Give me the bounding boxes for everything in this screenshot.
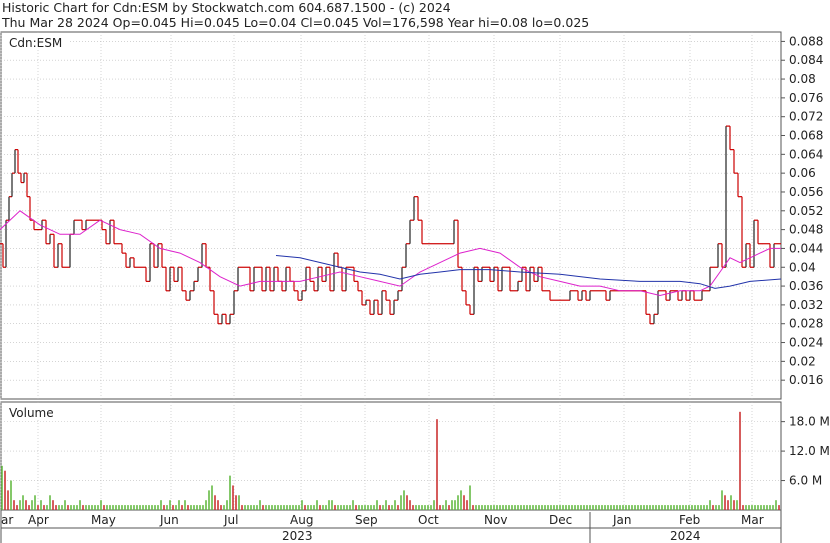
- month-label: Dec: [549, 513, 572, 527]
- price-tick-label: 0.024: [789, 336, 823, 350]
- price-tick-label: 0.084: [789, 53, 823, 67]
- year-label: 2024: [670, 529, 701, 543]
- month-label: Oct: [418, 513, 439, 527]
- month-label: Apr: [28, 513, 49, 527]
- month-label: Nov: [484, 513, 507, 527]
- price-tick-label: 0.036: [789, 279, 823, 293]
- price-tick-label: 0.06: [789, 166, 816, 180]
- price-tick-label: 0.016: [789, 373, 823, 387]
- price-tick-label: 0.032: [789, 298, 823, 312]
- month-label: Mar: [741, 513, 764, 527]
- price-tick-label: 0.056: [789, 185, 823, 199]
- price-tick-label: 0.02: [789, 354, 816, 368]
- volume-tick-label: 18.0 M: [789, 415, 830, 429]
- price-tick-label: 0.04: [789, 260, 816, 274]
- month-label: May: [91, 513, 116, 527]
- volume-tick-label: 6.0 M: [789, 474, 822, 488]
- price-tick-label: 0.08: [789, 72, 816, 86]
- price-tick-label: 0.028: [789, 317, 823, 331]
- volume-panel-title: Volume: [9, 406, 54, 420]
- price-tick-label: 0.076: [789, 91, 823, 105]
- price-tick-label: 0.072: [789, 110, 823, 124]
- price-tick-label: 0.068: [789, 129, 823, 143]
- month-label: Sep: [355, 513, 378, 527]
- month-label: ar: [1, 513, 13, 527]
- stock-chart: 0.088 0.084 0.08 0.076 0.072 0.068 0.064 0.06 0.…: [0, 31, 830, 543]
- volume-tick-label: 12.0 M: [789, 444, 830, 458]
- price-tick-label: 0.044: [789, 241, 823, 255]
- month-label: Jun: [159, 513, 179, 527]
- price-tick-label: 0.064: [789, 147, 823, 161]
- month-label: Jul: [223, 513, 238, 527]
- volume-panel: [0, 401, 782, 511]
- price-tick-label: 0.052: [789, 204, 823, 218]
- price-tick-label: 0.048: [789, 223, 823, 237]
- month-label: Aug: [290, 513, 313, 527]
- price-tick-label: 0.088: [789, 34, 823, 48]
- price-panel: [0, 31, 782, 400]
- year-label: 2023: [282, 529, 313, 543]
- price-panel-title: Cdn:ESM: [9, 36, 62, 50]
- month-label: Jan: [612, 513, 632, 527]
- month-label: Feb: [679, 513, 700, 527]
